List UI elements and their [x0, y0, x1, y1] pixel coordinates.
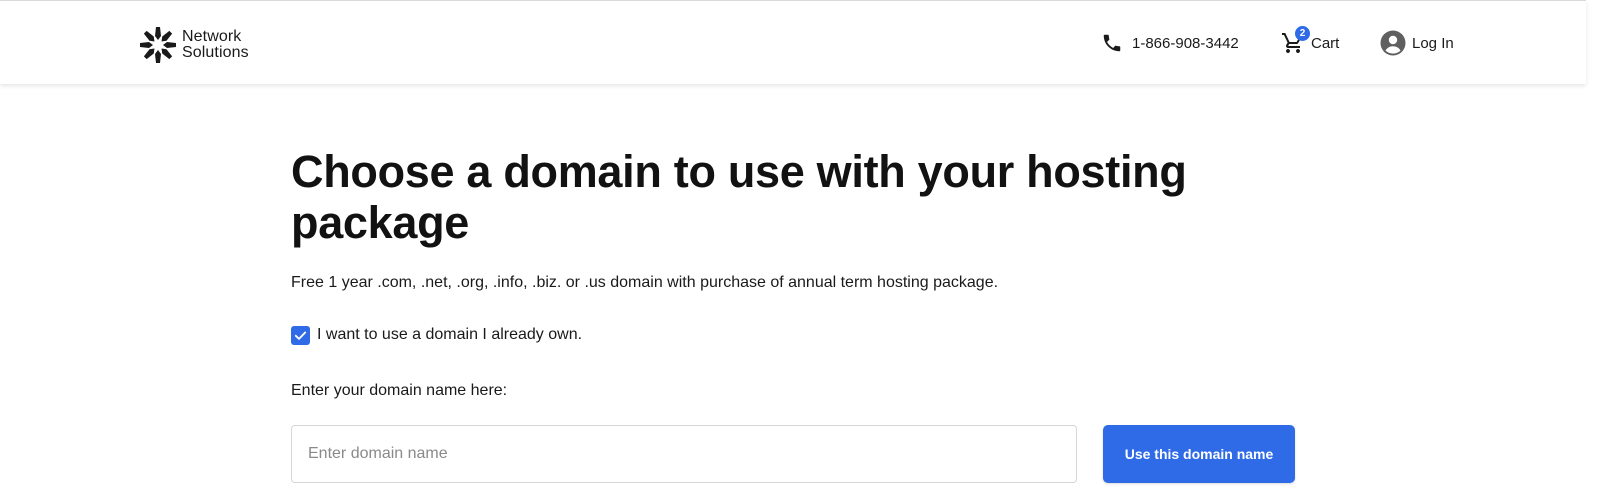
domain-field-label: Enter your domain name here: [291, 382, 508, 399]
own-domain-checkbox-label: I want to use a domain I already own. [317, 326, 583, 343]
login-label: Log In [1412, 34, 1454, 52]
cart-link[interactable]: 2 Cart [1281, 26, 1340, 57]
use-this-domain-button[interactable]: Use this domain name [1103, 425, 1295, 483]
phone-link[interactable]: 1-866-908-3442 [1101, 29, 1239, 57]
cart-icon-wrapper: 2 [1281, 26, 1310, 55]
page-title: Choose a domain to use with your hosting… [291, 146, 1187, 248]
header-actions: 1-866-908-3442 2 Cart Log In [0, 26, 1586, 57]
cart-count-badge: 2 [1295, 26, 1310, 41]
phone-icon [1103, 34, 1121, 52]
phone-number: 1-866-908-3442 [1132, 34, 1239, 52]
window-right-edge [1586, 0, 1600, 496]
own-domain-checkbox[interactable] [291, 325, 310, 345]
checkmark-icon [294, 331, 307, 340]
free-domain-offer-text: Free 1 year .com, .net, .org, .info, .bi… [291, 274, 999, 291]
domain-name-input[interactable] [291, 425, 1077, 483]
own-domain-checkbox-row[interactable]: I want to use a domain I already own. [291, 324, 1301, 346]
account-circle-icon [1380, 30, 1406, 56]
cart-label: Cart [1311, 34, 1340, 52]
login-link[interactable]: Log In [1380, 29, 1454, 57]
site-header: Network Solutions 1-866-908-3442 2 Cart [0, 0, 1586, 84]
main-content: Choose a domain to use with your hosting… [291, 146, 1301, 483]
domain-input-row: Use this domain name [291, 425, 1301, 483]
page: Network Solutions 1-866-908-3442 2 Cart [0, 0, 1600, 496]
